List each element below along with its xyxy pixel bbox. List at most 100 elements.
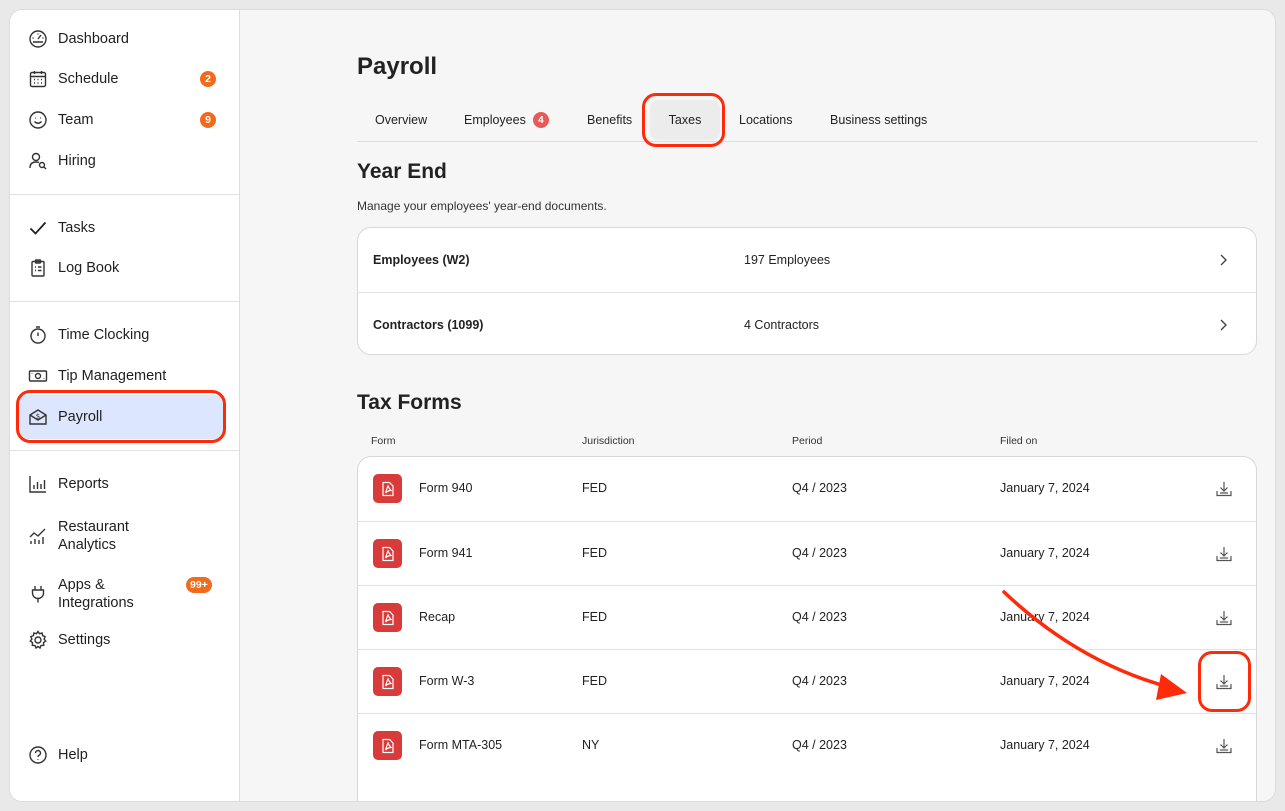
jurisdiction: FED — [582, 610, 607, 624]
sidebar-item-label: Team — [58, 112, 94, 128]
clipboard-icon — [27, 257, 49, 279]
app-window: Dashboard Schedule 2 Team 9 Hiring Tasks… — [10, 10, 1275, 801]
pdf-icon — [373, 474, 402, 503]
pdf-icon — [373, 667, 402, 696]
jurisdiction: FED — [582, 481, 607, 495]
sidebar-item-label: Time Clocking — [58, 327, 150, 343]
apps-badge: 99+ — [186, 577, 212, 593]
bar-chart-icon — [27, 473, 49, 495]
form-name: Recap — [419, 610, 456, 624]
svg-text:$: $ — [36, 413, 40, 421]
sidebar-item-label: Restaurant — [58, 519, 129, 535]
dashboard-gauge-icon — [27, 28, 49, 50]
form-name: Form W-3 — [419, 674, 475, 688]
sidebar-item-label: Tip Management — [58, 368, 167, 384]
form-name: Form 940 — [419, 481, 473, 495]
sidebar-item-payroll[interactable]: $ Payroll — [18, 395, 224, 439]
jurisdiction: FED — [582, 674, 607, 688]
main-content: Payroll Overview Employees 4 Benefits Tax… — [241, 10, 1275, 801]
year-end-row-employees[interactable]: Employees (W2) 197 Employees — [358, 228, 1256, 292]
checkmark-icon — [27, 217, 49, 239]
download-icon[interactable] — [1215, 480, 1233, 498]
sidebar-item-label-line2: Analytics — [58, 537, 117, 553]
filed-on: January 7, 2024 — [1000, 546, 1090, 560]
sidebar-item-label: Hiring — [58, 153, 96, 169]
tab-taxes[interactable]: Taxes — [650, 100, 720, 140]
sidebar-item-label: Apps & — [58, 577, 105, 593]
sidebar-divider — [10, 194, 240, 195]
period: Q4 / 2023 — [792, 674, 847, 688]
plug-icon — [27, 583, 49, 605]
tab-employees[interactable]: Employees 4 — [464, 100, 549, 140]
gear-icon — [27, 629, 49, 651]
sidebar-divider — [10, 301, 240, 302]
table-row: Form 940 FED Q4 / 2023 January 7, 2024 — [358, 457, 1256, 521]
year-end-subtitle: Manage your employees' year-end document… — [357, 199, 607, 213]
stopwatch-icon — [27, 324, 49, 346]
period: Q4 / 2023 — [792, 738, 847, 752]
form-name: Form MTA-305 — [419, 738, 503, 752]
tab-label: Locations — [739, 113, 793, 127]
tax-forms-title: Tax Forms — [357, 391, 462, 414]
banknote-icon — [27, 365, 49, 387]
sidebar-item-log-book[interactable]: Log Book — [10, 248, 240, 288]
tab-label: Business settings — [830, 113, 928, 127]
sidebar-item-help[interactable]: Help — [10, 735, 240, 775]
tab-business-settings[interactable]: Business settings — [830, 100, 927, 140]
line-chart-icon — [27, 525, 49, 547]
employees-tab-badge: 4 — [532, 112, 549, 128]
sidebar-item-dashboard[interactable]: Dashboard — [10, 19, 240, 59]
annotation-arrow — [1002, 590, 1187, 700]
page-title: Payroll — [357, 53, 438, 80]
period: Q4 / 2023 — [792, 481, 847, 495]
period: Q4 / 2023 — [792, 546, 847, 560]
sidebar-item-hiring[interactable]: Hiring — [10, 141, 240, 181]
jurisdiction: FED — [582, 546, 607, 560]
sidebar-item-team[interactable]: Team 9 — [10, 100, 240, 140]
sidebar-item-label-line2: Integrations — [58, 595, 134, 611]
column-header-jurisdiction: Jurisdiction — [582, 435, 635, 447]
download-icon[interactable] — [1215, 737, 1233, 755]
chevron-right-icon — [1220, 254, 1227, 266]
column-header-period: Period — [792, 435, 823, 447]
sidebar-item-schedule[interactable]: Schedule 2 — [10, 59, 240, 99]
sidebar-item-settings[interactable]: Settings — [10, 620, 240, 660]
sidebar-item-reports[interactable]: Reports — [10, 464, 240, 504]
tab-benefits[interactable]: Benefits — [587, 100, 632, 140]
year-end-row-count: 4 Contractors — [744, 317, 820, 332]
help-circle-icon — [27, 744, 49, 766]
year-end-row-contractors[interactable]: Contractors (1099) 4 Contractors — [358, 292, 1256, 354]
period: Q4 / 2023 — [792, 610, 847, 624]
jurisdiction: NY — [582, 738, 600, 752]
column-header-form: Form — [371, 435, 396, 447]
sidebar-item-label: Tasks — [58, 220, 96, 236]
sidebar-item-tasks[interactable]: Tasks — [10, 208, 240, 248]
sidebar-item-time-clocking[interactable]: Time Clocking — [10, 315, 240, 355]
year-end-card: Employees (W2) 197 Employees Contractors… — [357, 227, 1257, 355]
download-icon[interactable] — [1215, 545, 1233, 563]
sidebar-item-restaurant-analytics[interactable]: Restaurant Analytics — [10, 514, 240, 558]
sidebar: Dashboard Schedule 2 Team 9 Hiring Tasks… — [10, 10, 240, 801]
sidebar-item-label: Help — [58, 747, 88, 763]
year-end-row-count: 197 Employees — [744, 253, 831, 267]
tab-bar: Overview Employees 4 Benefits Taxes Locat… — [357, 100, 1257, 142]
calendar-icon — [27, 68, 49, 90]
table-row: Form 941 FED Q4 / 2023 January 7, 2024 — [358, 521, 1256, 585]
pdf-icon — [373, 731, 402, 760]
sidebar-divider — [10, 450, 240, 451]
sidebar-item-apps-integrations[interactable]: Apps & Integrations 99+ — [10, 572, 240, 616]
chevron-right-icon — [1220, 319, 1227, 330]
tab-overview[interactable]: Overview — [375, 100, 427, 140]
column-header-filed-on: Filed on — [1000, 435, 1038, 447]
form-name: Form 941 — [419, 546, 473, 560]
schedule-badge: 2 — [200, 71, 216, 87]
sidebar-item-tip-management[interactable]: Tip Management — [10, 356, 240, 396]
tab-locations[interactable]: Locations — [739, 100, 793, 140]
sidebar-item-label: Log Book — [58, 260, 120, 276]
sidebar-item-label: Reports — [58, 476, 109, 492]
person-search-icon — [27, 150, 49, 172]
year-end-row-label: Contractors (1099) — [373, 317, 484, 332]
pdf-icon — [373, 539, 402, 568]
sidebar-item-label: Dashboard — [58, 31, 129, 47]
sidebar-item-label: Schedule — [58, 71, 119, 87]
